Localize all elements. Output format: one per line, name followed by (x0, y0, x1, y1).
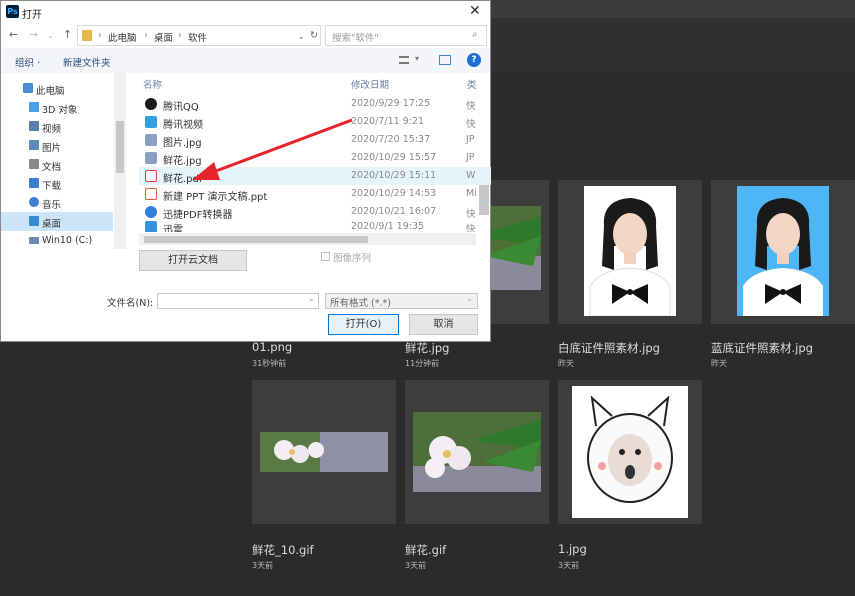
red-arrow-annotation-icon (192, 118, 353, 180)
